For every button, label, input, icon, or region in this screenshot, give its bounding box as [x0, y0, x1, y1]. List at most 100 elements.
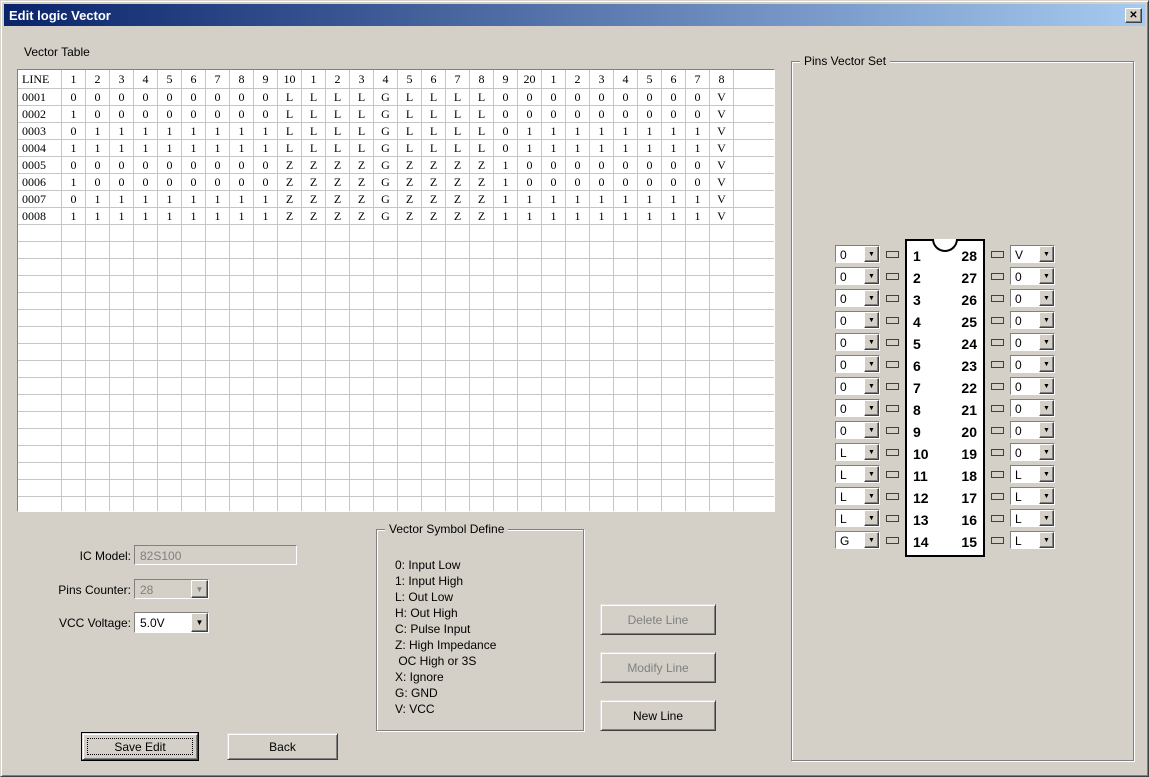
chevron-down-icon[interactable]: ▼ [864, 356, 879, 372]
empty-cell [446, 361, 470, 378]
chevron-down-icon[interactable]: ▼ [1039, 290, 1054, 306]
pin-17-select[interactable]: L▼ [1010, 487, 1055, 505]
vector-table-row[interactable]: 0004111111111LLLLGLLLL011111111V [18, 140, 774, 157]
chevron-down-icon[interactable]: ▼ [864, 246, 879, 262]
vector-table[interactable]: LINE123456789101234567892012345678 00010… [17, 69, 775, 512]
row-filler [734, 123, 774, 140]
chevron-down-icon[interactable]: ▼ [1039, 334, 1054, 350]
chevron-down-icon[interactable]: ▼ [1039, 356, 1054, 372]
chevron-down-icon[interactable]: ▼ [1039, 466, 1054, 482]
vector-table-row[interactable]: 0007011111111ZZZZGZZZZ111111111V [18, 191, 774, 208]
pin-11-select[interactable]: L▼ [835, 465, 880, 483]
chevron-down-icon[interactable]: ▼ [864, 312, 879, 328]
empty-cell [398, 242, 422, 259]
empty-cell [326, 327, 350, 344]
empty-line-cell [18, 310, 62, 327]
vector-value-cell: 0 [62, 123, 86, 140]
close-button[interactable]: ✕ [1125, 8, 1142, 23]
chevron-down-icon[interactable]: ▼ [1039, 532, 1054, 548]
pin-26-select[interactable]: 0▼ [1010, 289, 1055, 307]
pin-stub [991, 537, 1004, 544]
pin-9-select[interactable]: 0▼ [835, 421, 880, 439]
pin-28-select[interactable]: V▼ [1010, 245, 1055, 263]
chevron-down-icon[interactable]: ▼ [864, 510, 879, 526]
pin-20-select[interactable]: 0▼ [1010, 421, 1055, 439]
chevron-down-icon[interactable]: ▼ [1039, 400, 1054, 416]
chevron-down-icon[interactable]: ▼ [864, 444, 879, 460]
chevron-down-icon[interactable]: ▼ [1039, 378, 1054, 394]
pin-15-select[interactable]: L▼ [1010, 531, 1055, 549]
row-filler [734, 446, 774, 463]
pin-5-select[interactable]: 0▼ [835, 333, 880, 351]
pin-27-select[interactable]: 0▼ [1010, 267, 1055, 285]
empty-cell [302, 395, 326, 412]
chevron-down-icon[interactable]: ▼ [1039, 444, 1054, 460]
chevron-down-icon[interactable]: ▼ [864, 532, 879, 548]
pin-25-select[interactable]: 0▼ [1010, 311, 1055, 329]
pin-19-select[interactable]: 0▼ [1010, 443, 1055, 461]
pin-1-select[interactable]: 0▼ [835, 245, 880, 263]
empty-cell [350, 480, 374, 497]
empty-cell [62, 463, 86, 480]
pin-8-select[interactable]: 0▼ [835, 399, 880, 417]
chevron-down-icon[interactable]: ▼ [864, 268, 879, 284]
chevron-down-icon[interactable]: ▼ [864, 422, 879, 438]
empty-cell [422, 378, 446, 395]
chevron-down-icon[interactable]: ▼ [864, 488, 879, 504]
chevron-down-icon[interactable]: ▼ [1039, 246, 1054, 262]
pin-3-select[interactable]: 0▼ [835, 289, 880, 307]
empty-cell [710, 276, 734, 293]
empty-line-cell [18, 378, 62, 395]
pin-24-select[interactable]: 0▼ [1010, 333, 1055, 351]
pin-number-left: 1 [913, 248, 921, 264]
pin-13-select[interactable]: L▼ [835, 509, 880, 527]
empty-cell [638, 480, 662, 497]
chevron-down-icon[interactable]: ▼ [1039, 312, 1054, 328]
pin-7-select[interactable]: 0▼ [835, 377, 880, 395]
pin-21-select[interactable]: 0▼ [1010, 399, 1055, 417]
back-button[interactable]: Back [227, 733, 338, 760]
pin-6-select[interactable]: 0▼ [835, 355, 880, 373]
pin-10-select[interactable]: L▼ [835, 443, 880, 461]
chevron-down-icon[interactable]: ▼ [1039, 268, 1054, 284]
pin-16-select[interactable]: L▼ [1010, 509, 1055, 527]
vcc-voltage-select[interactable]: 5.0V ▼ [134, 612, 209, 633]
vector-table-row[interactable]: 0001000000000LLLLGLLLL000000000V [18, 89, 774, 106]
chevron-down-icon[interactable]: ▼ [1039, 488, 1054, 504]
chevron-down-icon[interactable]: ▼ [864, 400, 879, 416]
pin-2-select[interactable]: 0▼ [835, 267, 880, 285]
save-edit-button[interactable]: Save Edit [82, 733, 198, 760]
chevron-down-icon[interactable]: ▼ [191, 613, 208, 632]
pin-14-select[interactable]: G▼ [835, 531, 880, 549]
pin-12-select[interactable]: L▼ [835, 487, 880, 505]
new-line-button[interactable]: New Line [600, 700, 716, 731]
chevron-down-icon[interactable]: ▼ [1039, 510, 1054, 526]
chevron-down-icon[interactable]: ▼ [864, 466, 879, 482]
empty-cell [350, 361, 374, 378]
empty-cell [350, 242, 374, 259]
empty-cell [446, 429, 470, 446]
chevron-down-icon[interactable]: ▼ [864, 378, 879, 394]
chevron-down-icon[interactable]: ▼ [1039, 422, 1054, 438]
vector-table-row[interactable]: 0002100000000LLLLGLLLL000000000V [18, 106, 774, 123]
vector-table-row[interactable]: 0008111111111ZZZZGZZZZ111111111V [18, 208, 774, 225]
empty-line-cell [18, 344, 62, 361]
vector-table-row[interactable]: 0005000000000ZZZZGZZZZ100000000V [18, 157, 774, 174]
pin-23-select[interactable]: 0▼ [1010, 355, 1055, 373]
ic-model-field[interactable]: 82S100 [134, 545, 297, 565]
chevron-down-icon[interactable]: ▼ [864, 334, 879, 350]
vector-value-cell: L [398, 89, 422, 106]
left-pin-combos: 0▼ 0▼ 0▼ 0▼ 0▼ 0▼ 0▼ 0▼ 0▼ L▼ L▼ L▼ L▼ G▼ [835, 245, 880, 553]
pin-22-select[interactable]: 0▼ [1010, 377, 1055, 395]
chevron-down-icon[interactable]: ▼ [864, 290, 879, 306]
vector-table-row[interactable]: 0006100000000ZZZZGZZZZ100000000V [18, 174, 774, 191]
vector-value-cell: 0 [230, 106, 254, 123]
vector-value-cell: 1 [494, 191, 518, 208]
empty-cell [398, 463, 422, 480]
vector-table-row[interactable]: 0003011111111LLLLGLLLL011111111V [18, 123, 774, 140]
vector-value-cell: Z [422, 191, 446, 208]
vector-value-cell: 1 [518, 191, 542, 208]
vector-value-cell: 1 [254, 191, 278, 208]
pin-18-select[interactable]: L▼ [1010, 465, 1055, 483]
pin-4-select[interactable]: 0▼ [835, 311, 880, 329]
